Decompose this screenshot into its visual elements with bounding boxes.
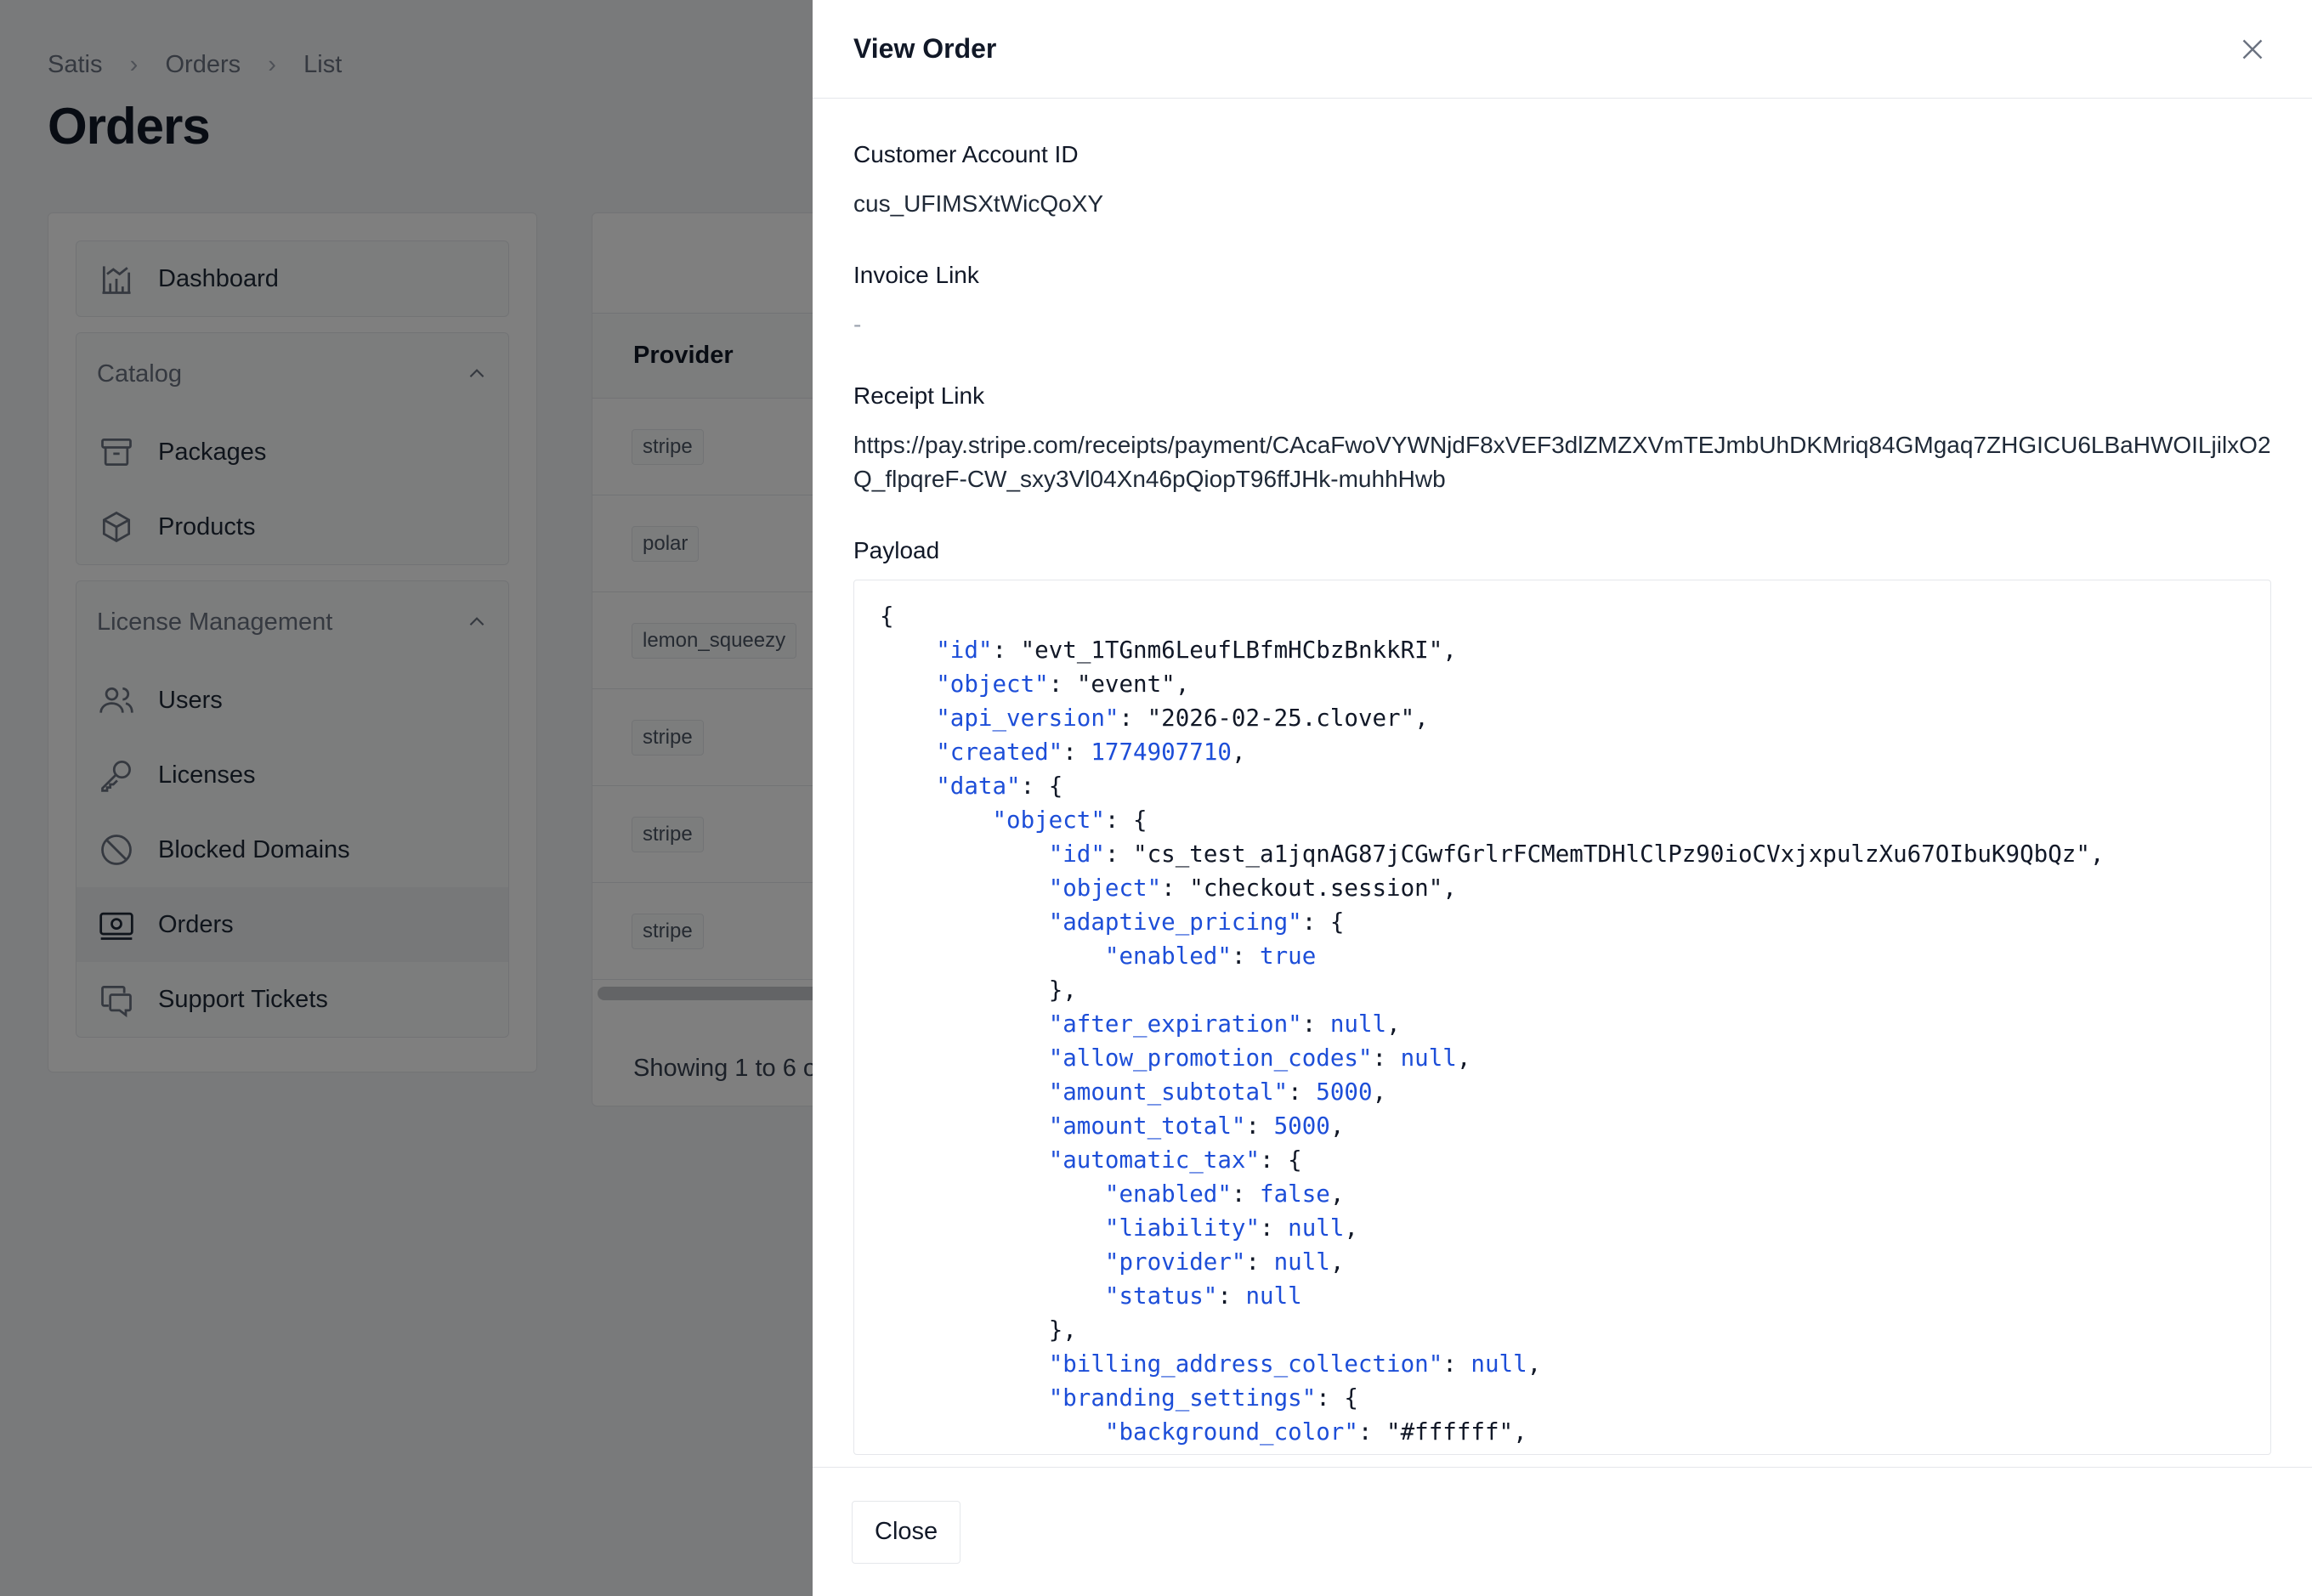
payload-key: "api_version" [936, 705, 1119, 732]
payload-key: "amount_subtotal" [1048, 1078, 1289, 1106]
payload-line: { [880, 603, 894, 630]
payload-line: "background_color": "#ffffff", [1104, 1418, 1527, 1446]
payload-value: "event" [1076, 671, 1176, 698]
payload-value: null [1288, 1214, 1345, 1242]
payload-field: Payload { "id": "evt_1TGnm6LeufLBfmHCbzB… [853, 537, 2271, 1455]
payload-line: "provider": null, [1104, 1248, 1345, 1276]
panel-header: View Order [813, 0, 2312, 99]
payload-line: "status": null [1104, 1282, 1302, 1310]
payload-value: null [1245, 1282, 1302, 1310]
payload-key: "adaptive_pricing" [1048, 908, 1302, 936]
payload-value: 1774907710 [1091, 739, 1232, 766]
payload-key: "status" [1104, 1282, 1218, 1310]
payload-value: "#ffffff" [1386, 1418, 1514, 1446]
customer-account-field: Customer Account ID cus_UFIMSXtWicQoXY [853, 141, 2271, 221]
panel-footer: Close [813, 1467, 2312, 1596]
payload-key: "id" [1048, 840, 1105, 868]
receipt-link-field: Receipt Link https://pay.stripe.com/rece… [853, 382, 2271, 496]
payload-key: "object" [936, 671, 1049, 698]
payload-code: { "id": "evt_1TGnm6LeufLBfmHCbzBnkkRI", … [880, 599, 2245, 1449]
payload-key: "object" [992, 806, 1105, 834]
payload-line: "automatic_tax": { [1048, 1146, 1302, 1174]
payload-value: null [1470, 1350, 1527, 1378]
payload-line: "object": "checkout.session", [1048, 874, 1457, 902]
payload-line: }, [1048, 1316, 1077, 1344]
invoice-link-field: Invoice Link - [853, 262, 2271, 342]
receipt-link-value[interactable]: https://pay.stripe.com/receipts/payment/… [853, 428, 2271, 496]
field-label: Receipt Link [853, 382, 985, 409]
payload-line: "data": { [936, 773, 1063, 800]
payload-code-box[interactable]: { "id": "evt_1TGnm6LeufLBfmHCbzBnkkRI", … [853, 580, 2271, 1455]
payload-line: "after_expiration": null, [1048, 1010, 1401, 1038]
payload-key: "id" [936, 637, 993, 664]
payload-key: "provider" [1104, 1248, 1246, 1276]
payload-key: "enabled" [1104, 1180, 1232, 1208]
payload-line: "allow_promotion_codes": null, [1048, 1044, 1471, 1072]
payload-line: "id": "cs_test_a1jqnAG87jCGwfGrlrFCMemTD… [1048, 840, 2105, 868]
field-label: Invoice Link [853, 262, 979, 288]
payload-value: { [1288, 1146, 1302, 1174]
payload-line: "object": "event", [936, 671, 1190, 698]
payload-value: null [1329, 1010, 1387, 1038]
payload-key: "created" [936, 739, 1063, 766]
payload-line: "enabled": false, [1104, 1180, 1345, 1208]
close-icon[interactable] [2234, 31, 2271, 68]
payload-line: "enabled": true [1104, 942, 1317, 970]
payload-line: "liability": null, [1104, 1214, 1358, 1242]
payload-key: "after_expiration" [1048, 1010, 1302, 1038]
payload-line: "branding_settings": { [1048, 1384, 1358, 1412]
customer-account-value: cus_UFIMSXtWicQoXY [853, 190, 1104, 217]
payload-key: "allow_promotion_codes" [1048, 1044, 1373, 1072]
payload-line: "id": "evt_1TGnm6LeufLBfmHCbzBnkkRI", [936, 637, 1457, 664]
payload-key: "billing_address_collection" [1048, 1350, 1443, 1378]
view-order-panel: View Order Customer Account ID cus_UFIMS… [813, 0, 2312, 1596]
payload-key: "background_color" [1104, 1418, 1358, 1446]
payload-value: "evt_1TGnm6LeufLBfmHCbzBnkkRI" [1020, 637, 1443, 664]
payload-line: "object": { [992, 806, 1148, 834]
payload-value: 5000 [1273, 1112, 1330, 1140]
payload-value: "2026-02-25.clover" [1147, 705, 1415, 732]
panel-title: View Order [853, 33, 997, 64]
payload-key: "object" [1048, 874, 1162, 902]
payload-value: { [1329, 908, 1345, 936]
payload-line: "api_version": "2026-02-25.clover", [936, 705, 1429, 732]
payload-key: "liability" [1104, 1214, 1261, 1242]
payload-key: "branding_settings" [1048, 1384, 1317, 1412]
payload-key: "enabled" [1104, 942, 1232, 970]
payload-value: true [1260, 942, 1317, 970]
payload-line: "created": 1774907710, [936, 739, 1246, 766]
payload-line: "amount_subtotal": 5000, [1048, 1078, 1387, 1106]
payload-line: "adaptive_pricing": { [1048, 908, 1345, 936]
payload-value: 5000 [1316, 1078, 1373, 1106]
payload-key: "data" [936, 773, 1021, 800]
payload-value: { [1344, 1384, 1358, 1412]
payload-value: { [1133, 806, 1148, 834]
payload-value: null [1273, 1248, 1330, 1276]
close-button[interactable]: Close [852, 1500, 961, 1564]
payload-key: "automatic_tax" [1048, 1146, 1261, 1174]
payload-value: "checkout.session" [1189, 874, 1443, 902]
payload-value: "cs_test_a1jqnAG87jCGwfGrlrFCMemTDHlClPz… [1133, 840, 2090, 868]
payload-line: "amount_total": 5000, [1048, 1112, 1345, 1140]
panel-body: Customer Account ID cus_UFIMSXtWicQoXY I… [813, 99, 2312, 1467]
field-label: Payload [853, 537, 940, 563]
payload-value: false [1260, 1180, 1330, 1208]
payload-key: "amount_total" [1048, 1112, 1246, 1140]
payload-value: null [1400, 1044, 1457, 1072]
invoice-link-value: - [853, 311, 862, 337]
payload-line: }, [1048, 976, 1077, 1004]
field-label: Customer Account ID [853, 141, 1079, 167]
payload-value: { [1048, 773, 1063, 800]
payload-line: "billing_address_collection": null, [1048, 1350, 1542, 1378]
